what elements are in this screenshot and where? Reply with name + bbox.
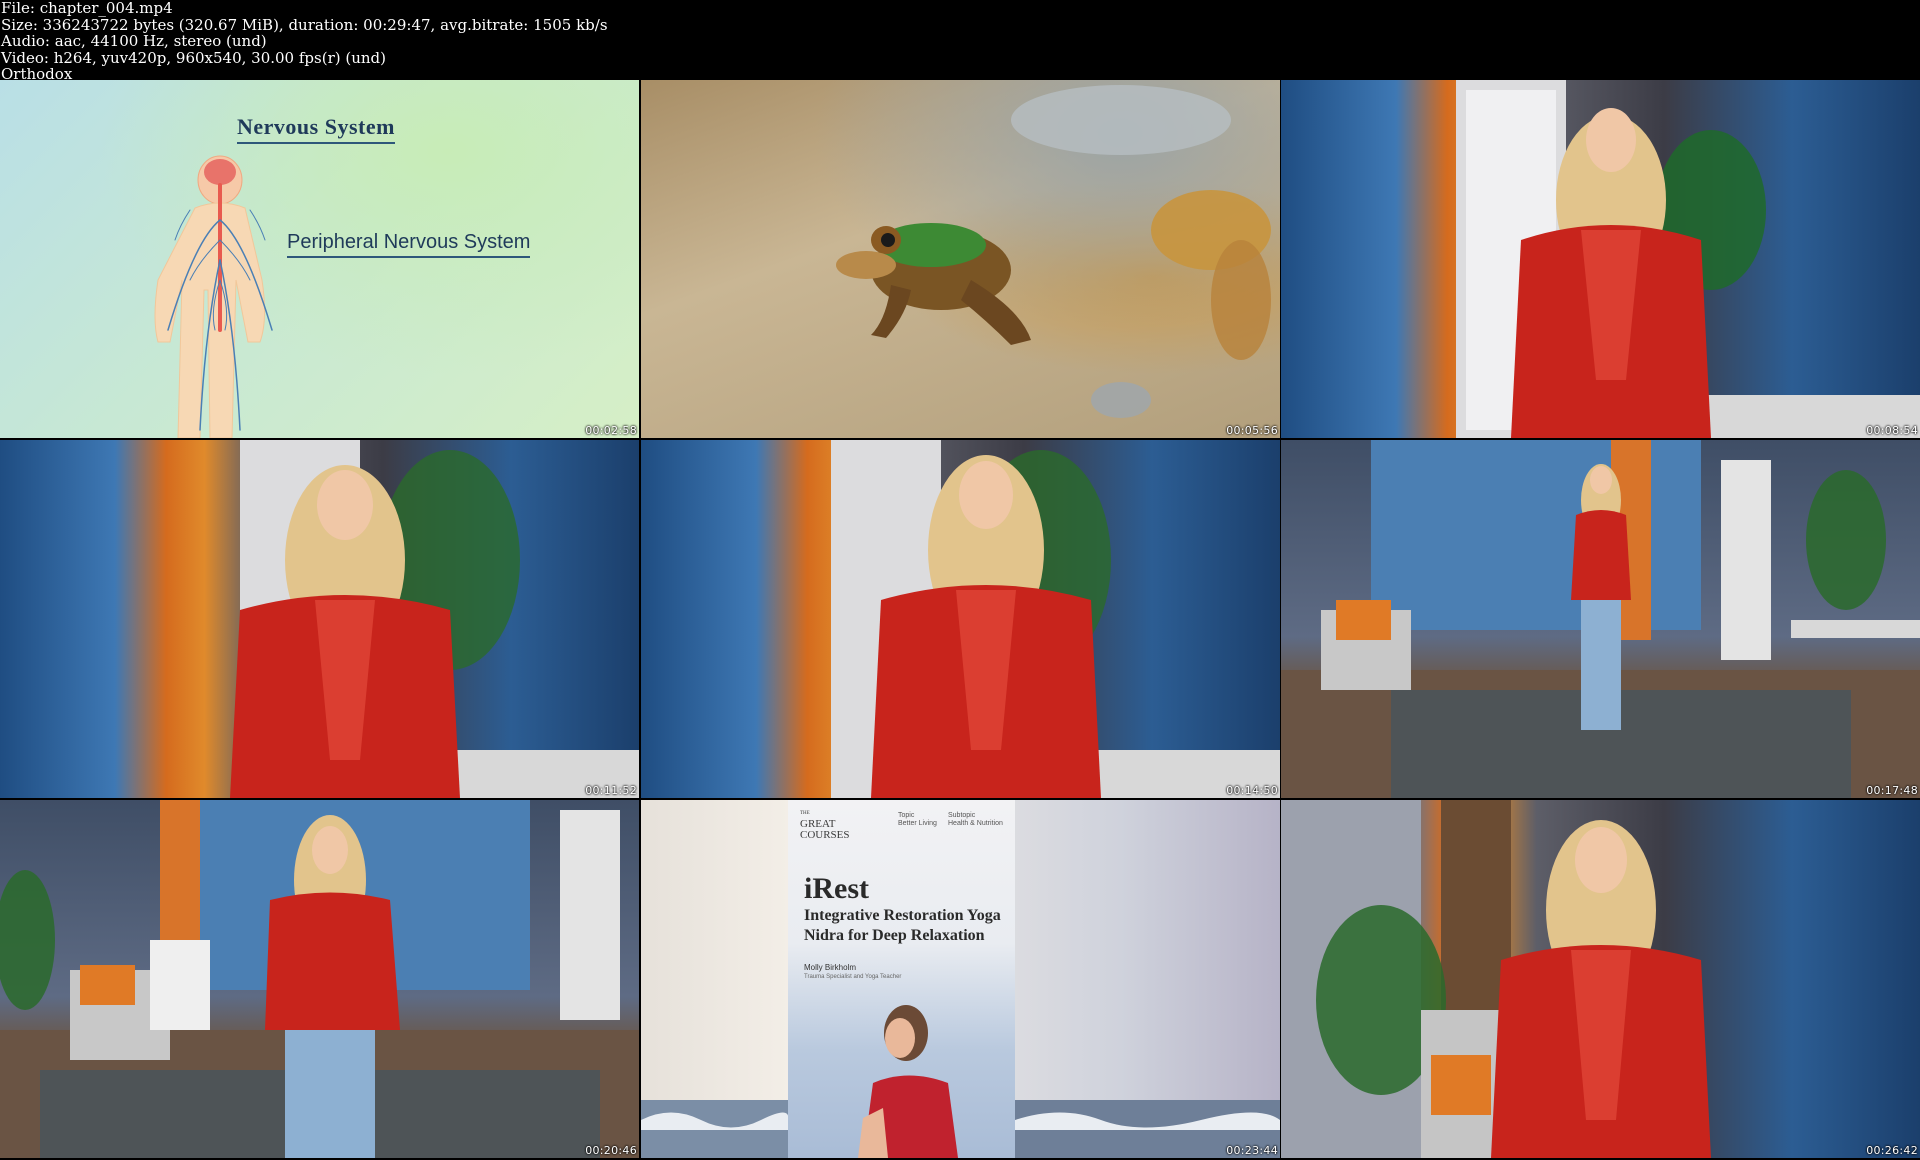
author-role: Trauma Specialist and Yoga Teacher bbox=[804, 974, 902, 980]
subtopic-label: Subtopic bbox=[948, 812, 976, 819]
thumbnail-grid: Nervous System Peripheral Nervous System… bbox=[0, 80, 1920, 1160]
nervous-system-title: Nervous System bbox=[237, 114, 395, 144]
timestamp: 00:26:42 bbox=[1866, 1144, 1918, 1157]
thumbnail-6[interactable]: 00:17:48 bbox=[1281, 440, 1920, 798]
presenter-image bbox=[1456, 80, 1920, 438]
timestamp: 00:05:56 bbox=[1226, 424, 1278, 437]
thumbnail-4[interactable]: 00:11:52 bbox=[0, 440, 639, 798]
timestamp: 00:14:50 bbox=[1226, 784, 1278, 797]
timestamp: 00:08:54 bbox=[1866, 424, 1918, 437]
timestamp: 00:20:46 bbox=[585, 1144, 637, 1157]
course-subtitle: Integrative Restoration Yoga Nidra for D… bbox=[804, 907, 1001, 944]
topic-value: Better Living bbox=[898, 820, 937, 827]
thumbnail-3[interactable]: 00:08:54 bbox=[1281, 80, 1920, 438]
presenter-image bbox=[1281, 800, 1711, 1158]
logo-line2: COURSES bbox=[800, 829, 850, 841]
timestamp: 00:23:44 bbox=[1226, 1144, 1278, 1157]
cover-topic: Topic Better Living bbox=[898, 812, 937, 828]
peripheral-nervous-system-label: Peripheral Nervous System bbox=[287, 231, 531, 258]
thumbnail-9[interactable]: 00:26:42 bbox=[1281, 800, 1920, 1158]
timestamp: 00:11:52 bbox=[585, 784, 637, 797]
presenter-image bbox=[230, 440, 639, 798]
cover-subtopic: Subtopic Health & Nutrition bbox=[948, 812, 1003, 828]
woman-meditating-image bbox=[858, 1005, 958, 1158]
course-author: Molly Birkholm bbox=[804, 963, 857, 972]
subtopic-value: Health & Nutrition bbox=[948, 820, 1003, 827]
thumbnail-1[interactable]: Nervous System Peripheral Nervous System… bbox=[0, 80, 639, 438]
course-title: iRest bbox=[804, 872, 869, 905]
file-name-line: File: chapter_004.mp4 bbox=[1, 0, 173, 17]
presenter-wide-image bbox=[0, 800, 639, 1158]
topic-label: Topic bbox=[898, 812, 915, 819]
thumbnail-5[interactable]: 00:14:50 bbox=[641, 440, 1280, 798]
thumbnail-2[interactable]: 00:05:56 bbox=[641, 80, 1280, 438]
video-info-line: Video: h264, yuv420p, 960x540, 30.00 fps… bbox=[1, 48, 386, 67]
presenter-image bbox=[831, 440, 1280, 798]
thumbnail-7[interactable]: 00:20:46 bbox=[0, 800, 639, 1158]
file-info-header: File: chapter_004.mp4 Size: 336243722 by… bbox=[0, 0, 1920, 82]
great-courses-logo: THE GREAT COURSES bbox=[800, 808, 850, 841]
timestamp: 00:02:58 bbox=[585, 424, 637, 437]
course-cover: THE GREAT COURSES Topic Better Living Su… bbox=[788, 800, 1015, 1158]
file-size-line: Size: 336243722 bytes (320.67 MiB), dura… bbox=[1, 15, 608, 34]
presenter-wide-image bbox=[1281, 440, 1920, 798]
audio-info-line: Audio: aac, 44100 Hz, stereo (und) bbox=[1, 32, 267, 50]
timestamp: 00:17:48 bbox=[1866, 784, 1918, 797]
thumbnail-8[interactable]: THE GREAT COURSES Topic Better Living Su… bbox=[641, 800, 1280, 1158]
frog-on-rock-image bbox=[836, 85, 1271, 418]
